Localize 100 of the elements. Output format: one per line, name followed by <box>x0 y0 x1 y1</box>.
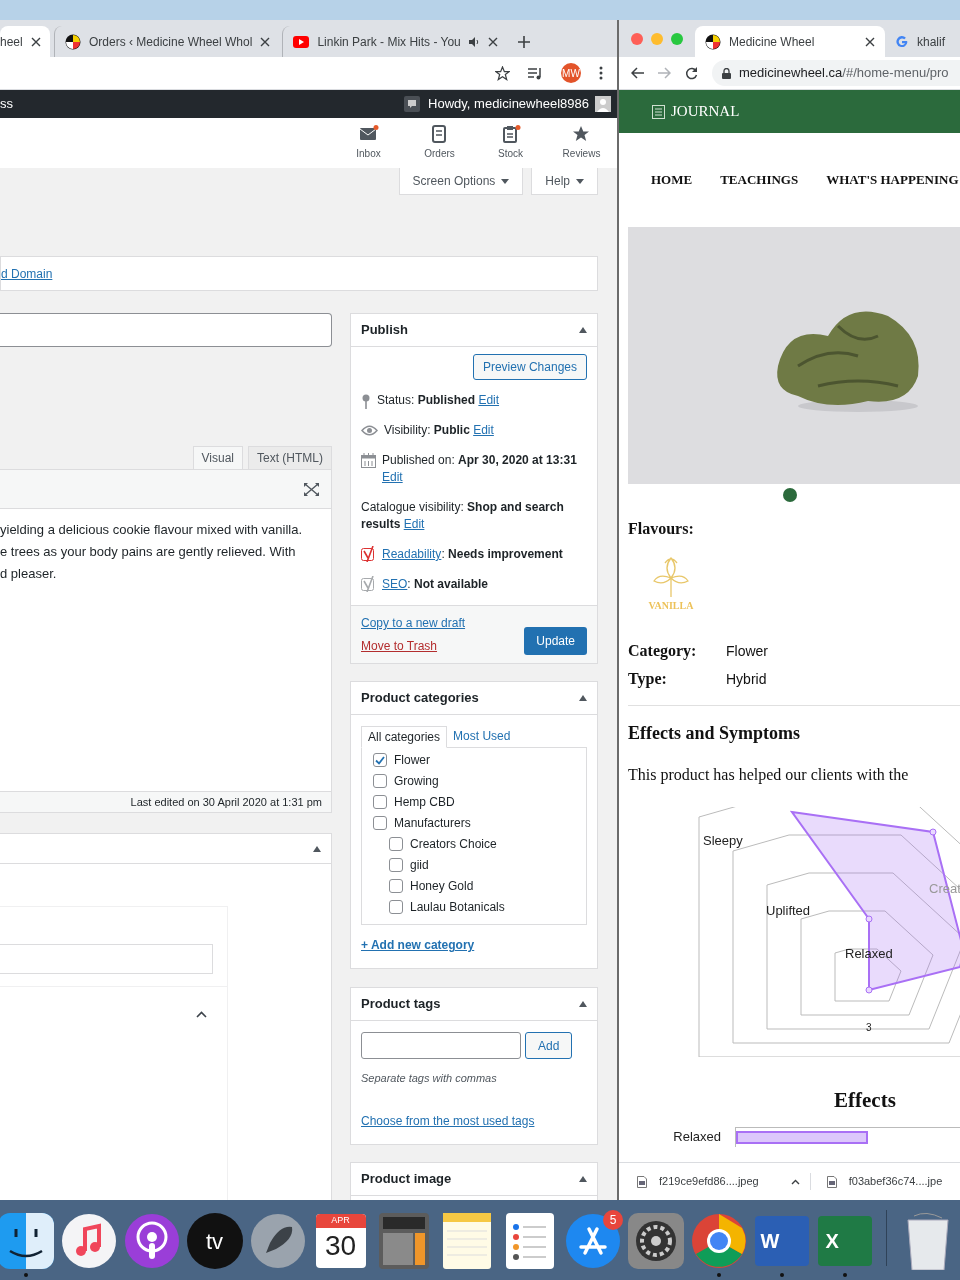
edit-link[interactable]: Edit <box>382 470 403 484</box>
edit-link[interactable]: Edit <box>478 393 500 407</box>
chevron-up-icon[interactable] <box>790 1178 800 1185</box>
close-icon[interactable] <box>30 36 41 47</box>
collapse-arrow-icon[interactable] <box>579 1001 587 1007</box>
copy-draft-link[interactable]: Copy to a new draft <box>361 614 466 632</box>
activity-tab[interactable]: Reviews <box>546 118 617 168</box>
browser-tab[interactable]: heel <box>0 26 50 57</box>
calculator-icon[interactable] <box>378 1213 429 1269</box>
plus-icon[interactable] <box>517 36 530 48</box>
category-tab[interactable]: All categories <box>361 726 448 748</box>
edit-link[interactable]: Edit <box>473 423 494 437</box>
rocket-icon[interactable] <box>249 1213 306 1269</box>
tag-field[interactable] <box>361 1032 521 1059</box>
comment-icon[interactable] <box>404 96 421 112</box>
editor-tab[interactable]: Text (HTML) <box>248 446 332 469</box>
collapse-arrow-icon[interactable] <box>579 1175 587 1182</box>
calendar-icon[interactable]: APR 30 <box>315 1214 366 1268</box>
category-label[interactable]: Flower <box>394 752 430 768</box>
checkbox[interactable] <box>373 774 387 788</box>
checkbox[interactable] <box>389 858 403 872</box>
fullscreen-icon[interactable] <box>304 482 319 496</box>
close-icon[interactable] <box>865 36 875 47</box>
most-used-tags-link[interactable]: Choose from the most used tags <box>361 1111 587 1130</box>
checkbox[interactable] <box>389 879 403 893</box>
screen-options-button[interactable]: Screen Options <box>398 168 524 195</box>
category-label[interactable]: Creators Choice <box>410 836 497 852</box>
checklist-icon[interactable] <box>505 1213 554 1269</box>
star-icon[interactable] <box>495 65 510 81</box>
checkbox[interactable] <box>389 837 403 851</box>
collapse-arrow-icon[interactable] <box>579 695 587 701</box>
user-avatar-icon <box>595 96 611 112</box>
collapse-arrow-icon[interactable] <box>313 845 321 852</box>
data-point <box>865 986 873 994</box>
activity-tab[interactable]: Orders <box>404 118 475 168</box>
notepad-icon[interactable] <box>442 1213 491 1269</box>
lock-icon <box>722 67 731 79</box>
category-label[interactable]: Hemp CBD <box>394 794 455 810</box>
trash-icon[interactable] <box>906 1212 951 1270</box>
category-label[interactable]: giid <box>410 857 429 873</box>
domain-link[interactable]: d Domain <box>1 264 53 283</box>
site-name[interactable]: ss <box>0 94 405 114</box>
nav-link[interactable]: WHAT'S HAPPENING <box>826 170 959 190</box>
close-icon[interactable] <box>487 36 498 47</box>
journal-link[interactable]: JOURNAL <box>671 100 740 123</box>
editor-content[interactable]: yielding a delicious cookie flavour mixed with vanilla. e trees as your body pains are gently relieved. With d pleaser. <box>0 509 332 791</box>
update-button[interactable]: Update <box>524 627 587 655</box>
greeting[interactable]: Howdy, medicinewheel8986 <box>428 94 589 114</box>
activity-tab[interactable]: Stock <box>475 118 546 168</box>
download-item[interactable]: f03abef36c74....jpe <box>809 1173 943 1190</box>
trash-link[interactable]: Move to Trash <box>361 637 466 655</box>
playlist-icon[interactable] <box>528 66 543 80</box>
back-icon[interactable] <box>631 67 644 79</box>
nav-link[interactable]: TEACHINGS <box>720 170 799 190</box>
checkbox[interactable] <box>389 900 403 914</box>
category-label[interactable]: Honey Gold <box>410 878 474 894</box>
smiling-face-icon[interactable] <box>0 1213 54 1269</box>
reload-icon[interactable] <box>685 66 698 80</box>
music-note-icon[interactable] <box>60 1213 117 1269</box>
add-tag-button[interactable]: Add <box>525 1032 573 1059</box>
category-label[interactable]: Laulau Botanicals <box>410 899 505 915</box>
title-field[interactable] <box>0 313 332 347</box>
more-icon[interactable] <box>599 66 603 80</box>
pin-icon <box>361 394 371 409</box>
y-letter-icon <box>361 546 376 562</box>
checkbox[interactable] <box>373 753 387 767</box>
category-tab[interactable]: Most Used <box>447 725 517 747</box>
nav-link[interactable]: HOME <box>651 170 693 190</box>
checkbox[interactable] <box>373 816 387 830</box>
activity-tab[interactable]: Inbox <box>333 118 404 168</box>
category-label[interactable]: Manufacturers <box>394 815 471 831</box>
help-button[interactable]: Help <box>531 168 598 195</box>
podcast-icon[interactable] <box>123 1213 180 1269</box>
tv-icon[interactable]: tv <box>186 1213 243 1269</box>
checkbox[interactable] <box>373 795 387 809</box>
category-label[interactable]: Growing <box>394 773 439 789</box>
data-point <box>865 915 873 923</box>
editor-tab[interactable]: Visual <box>192 446 243 469</box>
speaker-icon[interactable] <box>468 36 480 47</box>
calendar-icon <box>361 453 376 468</box>
file-name: f03abef36c74....jpe <box>848 1174 943 1190</box>
add-category-link[interactable]: + Add new category <box>361 936 587 954</box>
address-bar[interactable]: medicinewheel.ca/#/home-menu/pro <box>712 60 960 86</box>
text-field[interactable] <box>0 944 213 974</box>
close-icon[interactable] <box>260 36 271 47</box>
publish-info: SEO: Not available <box>382 576 489 593</box>
profile-avatar[interactable]: MW <box>561 63 581 83</box>
gear-icon[interactable] <box>627 1213 684 1269</box>
collapse-arrow-icon[interactable] <box>579 327 587 333</box>
edit-link[interactable]: Edit <box>403 517 425 531</box>
word-document-icon[interactable]: W <box>754 1216 809 1266</box>
chevron-up-icon[interactable] <box>196 1011 207 1018</box>
app-store-icon[interactable] <box>564 1213 621 1269</box>
browser-icon[interactable] <box>690 1213 747 1269</box>
axis-label: Uplifted <box>766 903 811 918</box>
preview-changes-button[interactable]: Preview Changes <box>472 354 587 380</box>
download-item[interactable]: f219ce9efd86....jpeg <box>637 1173 800 1190</box>
browser-tab[interactable]: Medicine Wheel <box>695 26 885 57</box>
content-text: d pleaser. <box>0 565 58 583</box>
spreadsheet-icon[interactable]: X <box>817 1216 872 1266</box>
